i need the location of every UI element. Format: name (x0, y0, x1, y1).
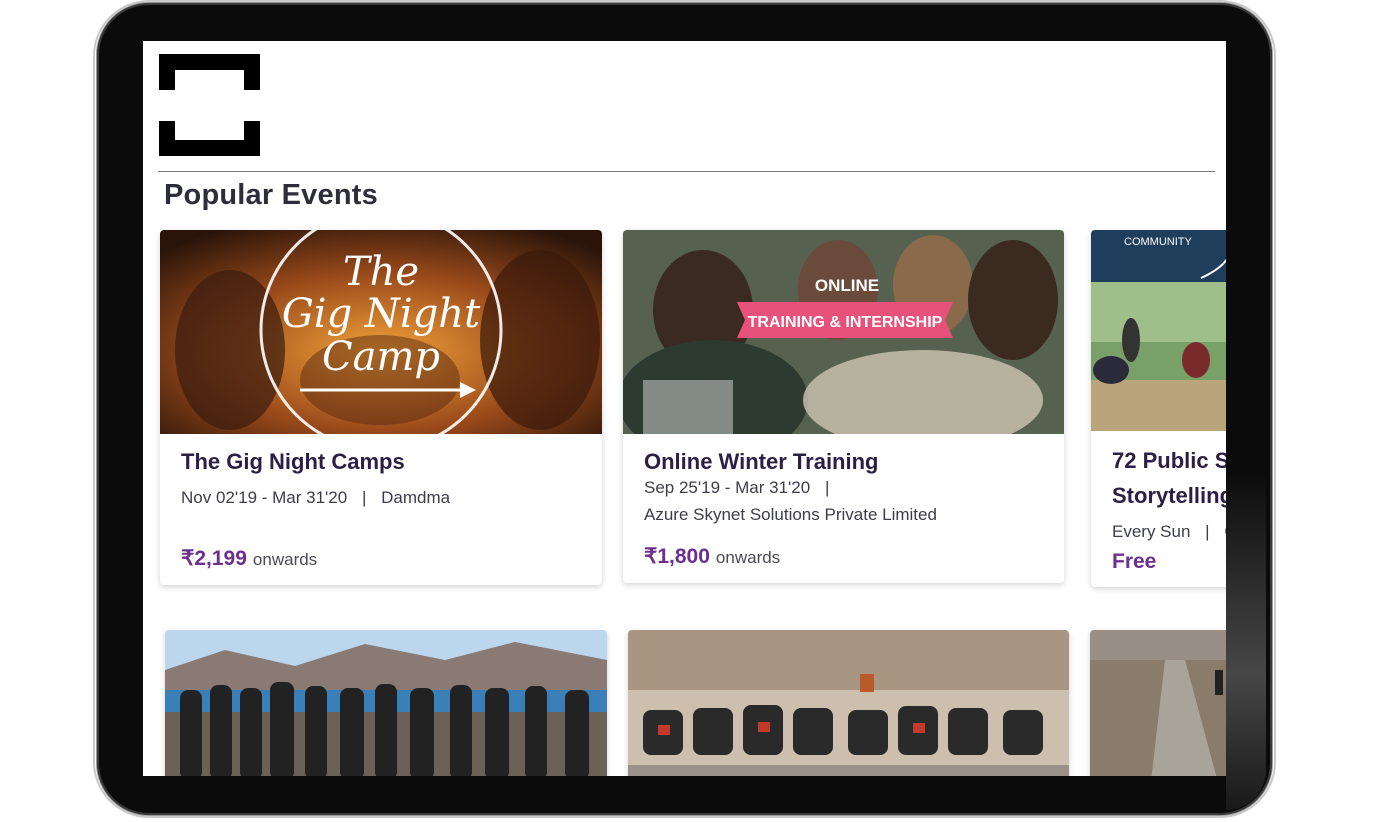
app-screen: Popular Events The Gig Night Camp The Gi… (143, 41, 1226, 776)
event-image (165, 630, 607, 776)
event-price: ₹1,800 onwards (644, 544, 780, 569)
section-title: Popular Events (164, 179, 378, 211)
event-meta: Every Sun | C (1112, 522, 1226, 542)
meta-separator: | (361, 488, 367, 507)
event-meta: Nov 02'19 - Mar 31'20 | Damdma (181, 488, 450, 508)
svg-text:TRAINING & INTERNSHIP: TRAINING & INTERNSHIP (748, 314, 943, 331)
event-dates: Every Sun (1112, 522, 1191, 541)
event-dates: Nov 02'19 - Mar 31'20 (181, 488, 348, 507)
event-card-row2-3[interactable] (1090, 630, 1226, 776)
event-card-row2-1[interactable] (165, 630, 607, 776)
event-price: ₹2,199 onwards (181, 546, 317, 571)
event-price: Free (1112, 550, 1157, 573)
event-dates: Sep 25'19 - Mar 31'20 (644, 478, 811, 497)
event-image (628, 630, 1069, 776)
header-divider (158, 171, 1215, 172)
event-image: COMMUNITY (1091, 230, 1226, 431)
event-title-line2[interactable]: Storytelling (1112, 483, 1226, 509)
svg-text:COMMUNITY: COMMUNITY (1124, 236, 1192, 248)
meta-separator: | (824, 478, 830, 497)
event-card-row2-2[interactable] (628, 630, 1069, 776)
tablet-glare (1226, 470, 1266, 810)
event-location: C (1224, 522, 1226, 541)
meta-separator: | (1205, 522, 1210, 541)
event-card-gig-night[interactable]: The Gig Night Camp The Gig Night Camps N… (160, 230, 602, 585)
svg-text:ONLINE: ONLINE (815, 276, 879, 295)
event-dates-row: Sep 25'19 - Mar 31'20 | (644, 478, 839, 498)
event-image: The Gig Night Camp (160, 230, 602, 434)
event-title-line1[interactable]: 72 Public S (1112, 448, 1226, 474)
event-image (1090, 630, 1226, 776)
event-card-online-winter-training[interactable]: ONLINE TRAINING & INTERNSHIP Online Wint… (623, 230, 1064, 583)
price-suffix: onwards (252, 550, 318, 569)
event-location: Damdma (381, 488, 451, 507)
svg-text:Camp: Camp (322, 334, 440, 380)
price-value: ₹1,800 (644, 545, 710, 568)
svg-text:Gig Night: Gig Night (282, 291, 481, 337)
event-card-public-storytelling[interactable]: COMMUNITY 72 Public S Storytelling Every… (1091, 230, 1226, 587)
event-location: Azure Skynet Solutions Private Limited (644, 505, 937, 524)
price-value: ₹2,199 (181, 547, 247, 570)
price-suffix: onwards (715, 548, 781, 567)
svg-text:The: The (343, 249, 419, 295)
brand-logo[interactable] (159, 54, 260, 156)
event-title[interactable]: Online Winter Training (644, 449, 878, 475)
event-title[interactable]: The Gig Night Camps (181, 449, 405, 475)
event-image: ONLINE TRAINING & INTERNSHIP (623, 230, 1064, 434)
